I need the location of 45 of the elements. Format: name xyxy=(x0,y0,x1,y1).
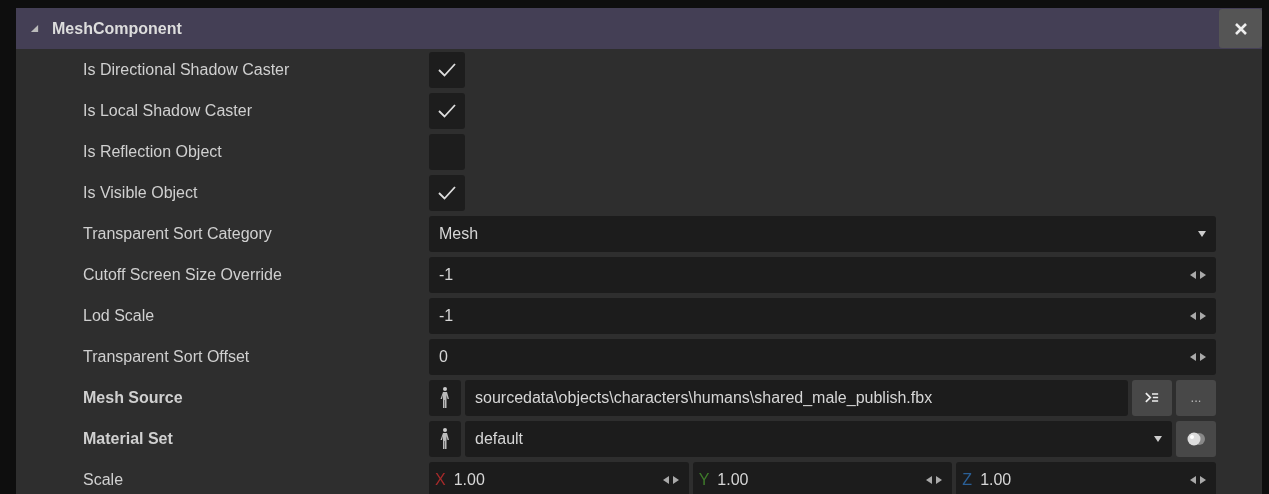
spin-arrows-icon[interactable] xyxy=(662,475,679,484)
number-field[interactable]: -1 xyxy=(429,256,1216,293)
spin-arrows-icon[interactable] xyxy=(1190,270,1206,279)
spin-arrows-icon[interactable] xyxy=(1190,352,1206,361)
property-label: Is Visible Object xyxy=(82,183,199,202)
property-label: Material Set xyxy=(82,429,174,448)
figure-icon xyxy=(429,420,461,457)
collapse-triangle-icon[interactable] xyxy=(30,24,39,33)
spin-arrows-icon[interactable] xyxy=(1190,311,1206,320)
property-label: Transparent Sort Offset xyxy=(82,347,251,366)
figure-icon xyxy=(429,379,461,416)
caret-icon xyxy=(1154,435,1162,442)
close-icon[interactable] xyxy=(1219,9,1262,48)
checkmark-icon xyxy=(437,184,457,201)
checkbox[interactable] xyxy=(429,92,465,129)
checkmark-icon xyxy=(437,102,457,119)
property-label: Transparent Sort Category xyxy=(82,224,273,243)
caret-icon xyxy=(1198,230,1206,237)
number-field[interactable]: X 1.00 xyxy=(429,461,689,494)
property-label: Scale xyxy=(82,470,125,489)
property-label: Is Reflection Object xyxy=(82,142,223,161)
number-field[interactable]: Y 1.00 xyxy=(692,461,953,494)
spin-arrows-icon[interactable] xyxy=(926,475,943,484)
property-label: Cutoff Screen Size Override xyxy=(82,265,283,284)
checkmark-icon xyxy=(437,61,457,78)
property-label: Lod Scale xyxy=(82,306,156,325)
number-field[interactable]: -1 xyxy=(429,297,1216,334)
dropdown[interactable]: default xyxy=(465,420,1172,457)
checkbox[interactable] xyxy=(429,174,465,211)
axis-label: Z xyxy=(962,470,973,489)
browse-button[interactable]: ... xyxy=(1176,379,1216,416)
number-field[interactable]: 0 xyxy=(429,338,1216,375)
checkbox[interactable] xyxy=(429,51,465,88)
open-icon[interactable] xyxy=(1132,379,1172,416)
axis-label: X xyxy=(435,470,446,489)
property-label: Is Directional Shadow Caster xyxy=(82,60,291,79)
property-label: Is Local Shadow Caster xyxy=(82,101,253,120)
dropdown[interactable]: Mesh xyxy=(429,215,1216,252)
material-icon[interactable] xyxy=(1176,420,1216,457)
axis-label: Y xyxy=(698,470,710,489)
number-field[interactable]: Z 1.00 xyxy=(956,461,1216,494)
spin-arrows-icon[interactable] xyxy=(1190,475,1206,484)
path-field[interactable]: sourcedata\objects\characters\humans\shared_male_publish.fbx xyxy=(465,379,1128,416)
panel-title: MeshComponent xyxy=(52,19,182,38)
property-label: Mesh Source xyxy=(82,388,184,407)
